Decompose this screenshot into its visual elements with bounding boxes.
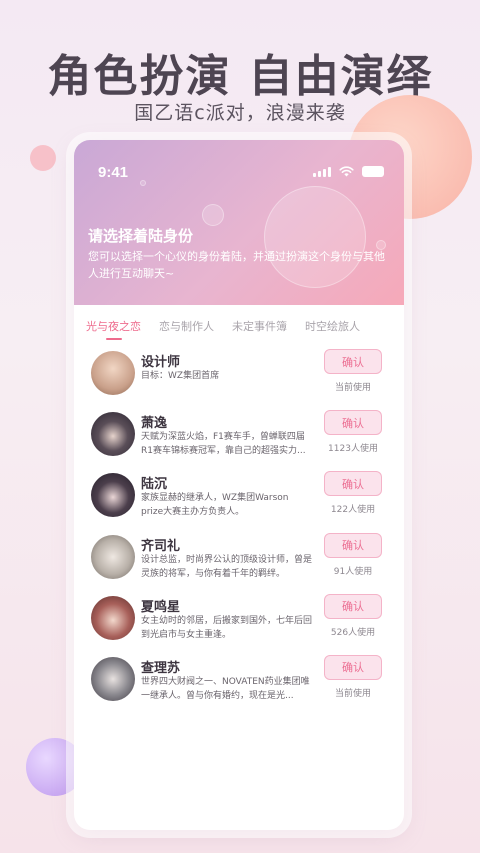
phone-mockup: 9:41 请选择着陆身份 您可以选择一个心仪的身份着陆，并通过扮演这个身份与其他… [74,140,404,830]
character-description: 世界四大财阀之一、NOVATEN药业集团唯一继承人。曾与你有婚约，现在是光... [141,676,310,701]
tab-love-and-producer[interactable]: 恋与制作人 [159,318,214,340]
avatar [91,351,135,395]
status-time: 9:41 [98,164,129,181]
decorative-circle [30,145,56,171]
header-title: 请选择着陆身份 [88,227,194,245]
bubble-decoration [202,204,224,226]
confirm-button[interactable]: 确认 [324,349,382,374]
character-name: 陆沉 [141,477,168,493]
tab-undecided-journal[interactable]: 未定事件簿 [232,318,287,340]
character-description: 目标：WZ集团首席 [141,371,220,381]
list-item[interactable]: 查理苏 世界四大财阀之一、NOVATEN药业集团唯一继承人。曾与你有婚约，现在是… [74,649,404,710]
battery-icon [362,166,384,177]
character-name: 萧逸 [141,416,168,432]
avatar [91,656,135,701]
list-item[interactable]: 夏鸣星 女主幼时的邻居，后搬家到国外，七年后回到光启市与女主重逢。 确认 526… [74,588,404,649]
character-name: 查理苏 [141,660,181,676]
avatar [91,595,135,640]
confirm-button[interactable]: 确认 [324,593,382,619]
character-description: 设计总监，时尚界公认的顶级设计师，曾是灵族的将军，与你有着千年的羁绊。 [141,554,313,579]
usage-count: 122人使用 [330,505,376,516]
usage-count: 当前使用 [334,688,371,699]
avatar [91,534,135,579]
wifi-icon [339,166,354,177]
list-item[interactable]: 陆沉 家族显赫的继承人，WZ集团Warson prize大赛主办方负责人。 确认… [74,465,404,526]
character-list: 设计师 目标：WZ集团首席 确认 当前使用 萧逸 天赋为深蓝火焰，F1赛车手，曾… [74,343,404,710]
character-name: 夏鸣星 [141,599,181,615]
character-name: 齐司礼 [141,538,181,554]
character-name: 设计师 [141,355,181,370]
usage-count: 当前使用 [334,383,371,393]
confirm-button[interactable]: 确认 [324,532,382,558]
list-item[interactable]: 设计师 目标：WZ集团首席 确认 当前使用 [74,343,404,404]
usage-count: 1123人使用 [328,444,378,455]
status-icons [313,166,384,177]
tab-light-and-night[interactable]: 光与夜之恋 [86,318,141,340]
usage-count: 91人使用 [333,566,373,577]
character-description: 家族显赫的继承人，WZ集团Warson prize大赛主办方负责人。 [141,493,289,518]
bubble-decoration [140,180,146,186]
confirm-button[interactable]: 确认 [324,654,382,680]
header-description: 您可以选择一个心仪的身份着陆，并通过扮演这个身份与其他人进行互动聊天~ [88,250,385,280]
avatar [91,473,135,518]
game-tabs: 光与夜之恋 恋与制作人 未定事件簿 时空绘旅人 [86,318,396,340]
confirm-button[interactable]: 确认 [324,410,382,436]
list-item[interactable]: 齐司礼 设计总监，时尚界公认的顶级设计师，曾是灵族的将军，与你有着千年的羁绊。 … [74,527,404,588]
character-description: 女主幼时的邻居，后搬家到国外，七年后回到光启市与女主重逢。 [141,615,313,640]
avatar [91,412,135,457]
character-description: 天赋为深蓝火焰，F1赛车手，曾蝉联四届R1赛车锦标赛冠军，靠自己的超强实力... [141,432,306,457]
list-item[interactable]: 萧逸 天赋为深蓝火焰，F1赛车手，曾蝉联四届R1赛车锦标赛冠军，靠自己的超强实力… [74,404,404,465]
confirm-button[interactable]: 确认 [324,471,382,497]
signal-icon [313,167,331,177]
usage-count: 526人使用 [330,627,376,638]
tab-time-traveler[interactable]: 时空绘旅人 [305,318,360,340]
identity-header: 9:41 请选择着陆身份 您可以选择一个心仪的身份着陆，并通过扮演这个身份与其他… [74,140,404,305]
